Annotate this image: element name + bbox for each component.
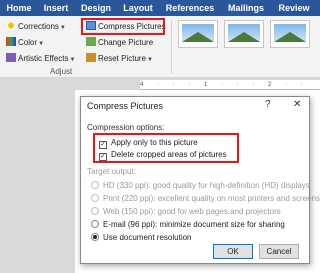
tab-insert[interactable]: Insert — [38, 0, 74, 16]
color-button[interactable]: Color▼ — [6, 37, 44, 49]
reset-picture-icon — [86, 53, 96, 62]
compress-pictures-dialog: Compress Pictures ? ✕ Compression option… — [80, 96, 320, 264]
help-button[interactable]: ? — [265, 99, 271, 110]
email-radio[interactable] — [91, 220, 99, 228]
tab-review[interactable]: Review — [274, 0, 314, 16]
target-output-label: Target output: — [87, 167, 136, 176]
group-separator — [171, 20, 172, 74]
corrections-label: Corrections — [18, 22, 59, 31]
tab-home[interactable]: Home — [2, 0, 36, 16]
picture-style-thumbnail[interactable] — [178, 20, 218, 48]
color-label: Color — [18, 38, 38, 47]
chevron-down-icon: ▼ — [38, 41, 45, 47]
tab-layout[interactable]: Layout — [118, 0, 158, 16]
chevron-down-icon: ▼ — [69, 57, 76, 63]
picture-style-thumbnail[interactable] — [224, 20, 264, 48]
ok-button[interactable]: OK — [213, 244, 253, 259]
compression-options-label: Compression options: — [87, 123, 165, 132]
color-palette-icon — [6, 37, 16, 46]
reset-picture-label: Reset Picture — [98, 54, 147, 63]
print-label: Print (220 ppi): excellent quality on mo… — [103, 194, 320, 203]
document-resolution-radio[interactable] — [91, 233, 99, 241]
web-radio[interactable] — [91, 207, 99, 215]
chevron-down-icon: ▼ — [59, 25, 66, 31]
web-label: Web (150 ppi): good for web pages and pr… — [103, 207, 281, 216]
change-picture-icon — [86, 37, 96, 46]
target-print-option[interactable]: Print (220 ppi): excellent quality on mo… — [91, 193, 320, 204]
ribbon-tab-bar: Home Insert Design Layout References Mai… — [0, 0, 320, 16]
tab-references[interactable]: References — [162, 0, 218, 16]
picture-style-thumbnail[interactable] — [270, 20, 310, 48]
target-document-resolution-option[interactable]: Use document resolution — [91, 232, 192, 243]
sun-icon — [6, 21, 16, 30]
horizontal-ruler: 4 · · · 1 · · · 2 · · · — [140, 80, 320, 98]
tab-mailings[interactable]: Mailings — [222, 0, 270, 16]
close-button[interactable]: ✕ — [293, 99, 301, 110]
adjust-group-label: Adjust — [50, 67, 73, 76]
document-resolution-label: Use document resolution — [103, 233, 192, 242]
change-picture-button[interactable]: Change Picture — [86, 37, 153, 49]
corrections-button[interactable]: Corrections▼ — [6, 21, 66, 33]
hd-label: HD (330 ppi): good quality for high-defi… — [103, 181, 310, 190]
change-picture-label: Change Picture — [98, 38, 154, 47]
reset-picture-button[interactable]: Reset Picture▼ — [86, 53, 153, 65]
chevron-down-icon: ▼ — [147, 57, 153, 63]
hd-radio[interactable] — [91, 181, 99, 189]
artistic-effects-button[interactable]: Artistic Effects▼ — [6, 53, 75, 65]
brush-icon — [6, 53, 16, 62]
ribbon-body: Corrections▼ Color▼ Artistic Effects▼ Co… — [0, 16, 320, 78]
target-email-option[interactable]: E-mail (96 ppi): minimize document size … — [91, 219, 285, 230]
email-label: E-mail (96 ppi): minimize document size … — [103, 220, 285, 229]
cancel-button[interactable]: Cancel — [259, 244, 299, 259]
compress-highlight-box — [81, 18, 165, 35]
target-web-option[interactable]: Web (150 ppi): good for web pages and pr… — [91, 206, 281, 217]
tab-design[interactable]: Design — [76, 0, 116, 16]
target-hd-option[interactable]: HD (330 ppi): good quality for high-defi… — [91, 180, 310, 191]
dialog-title: Compress Pictures — [87, 101, 164, 111]
options-highlight-box — [93, 133, 239, 163]
artistic-effects-label: Artistic Effects — [18, 54, 69, 63]
print-radio[interactable] — [91, 194, 99, 202]
